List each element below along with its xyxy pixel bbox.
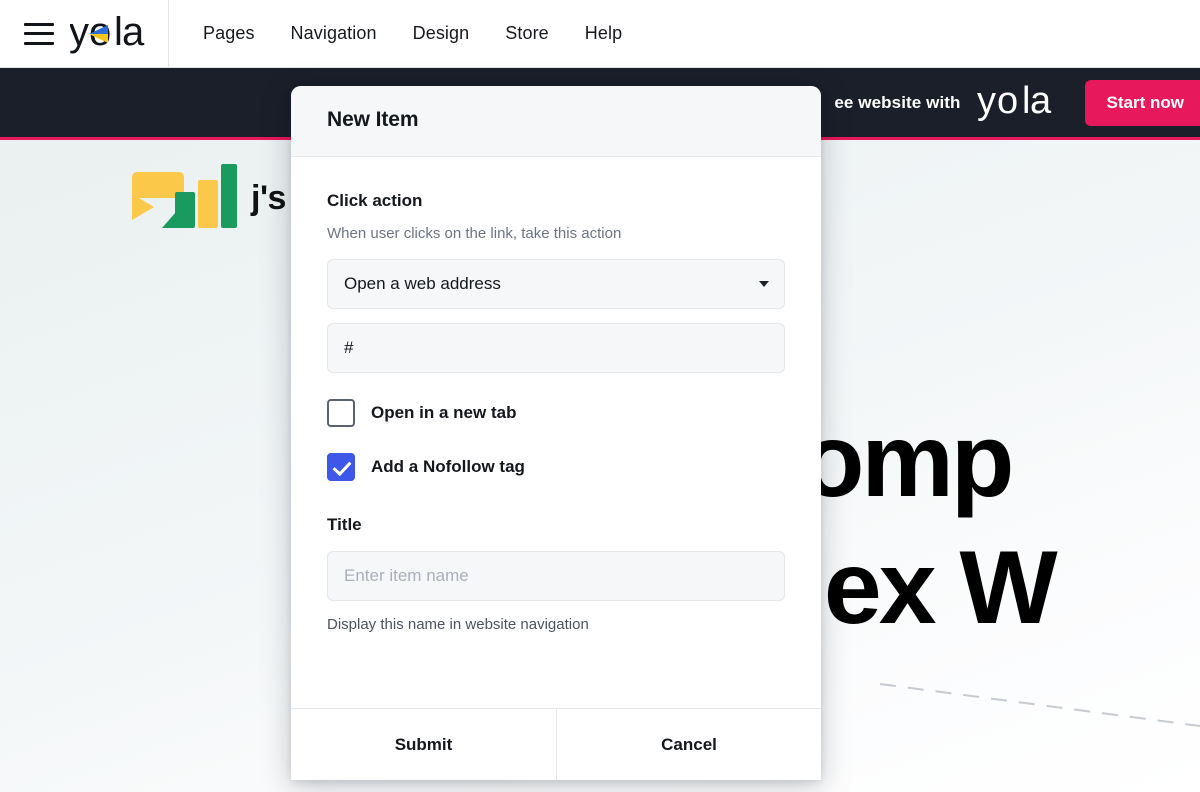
modal-layer: New Item Click action When user clicks o… [0, 0, 1200, 792]
click-action-select-wrapper: Open a web address [327, 259, 785, 309]
dialog-footer: Submit Cancel [291, 708, 821, 780]
title-field-helper-text: Display this name in website navigation [327, 616, 589, 633]
dialog-body: Click action When user clicks on the lin… [291, 157, 821, 708]
dialog-header: New Item [291, 86, 821, 157]
new-item-dialog: New Item Click action When user clicks o… [291, 86, 821, 780]
url-input[interactable] [327, 323, 785, 373]
title-input[interactable] [327, 551, 785, 601]
open-in-new-tab-checkbox[interactable] [327, 399, 355, 427]
submit-button[interactable]: Submit [291, 709, 556, 780]
title-field-label: Title [327, 515, 362, 534]
cancel-button[interactable]: Cancel [556, 709, 821, 780]
add-nofollow-tag-checkbox[interactable] [327, 453, 355, 481]
click-action-helper-text: When user clicks on the link, take this … [327, 225, 622, 242]
checkbox-row-nofollow[interactable]: Add a Nofollow tag [327, 453, 785, 481]
dialog-title: New Item [327, 108, 419, 131]
click-action-label: Click action [327, 191, 423, 210]
add-nofollow-tag-label: Add a Nofollow tag [371, 457, 525, 476]
url-input-row [327, 323, 785, 373]
checkbox-row-open-new-tab[interactable]: Open in a new tab [327, 399, 785, 427]
open-in-new-tab-label: Open in a new tab [371, 403, 517, 422]
screen: y o l a Pages Navigation Design Store He… [0, 0, 1200, 792]
click-action-select[interactable]: Open a web address [327, 259, 785, 309]
title-field-block: Title Display this name in website navig… [327, 515, 785, 633]
